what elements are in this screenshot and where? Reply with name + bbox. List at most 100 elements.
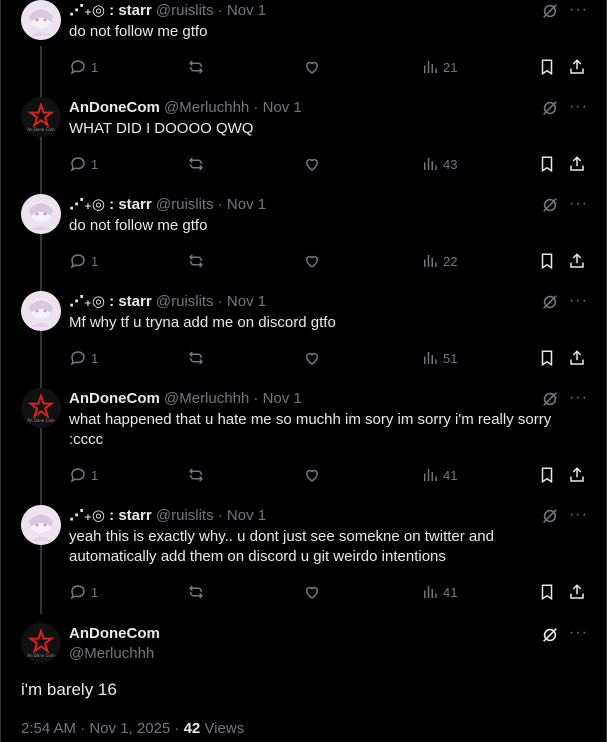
like-button[interactable] <box>303 465 321 485</box>
grok-icon[interactable] <box>541 99 559 117</box>
retweet-button[interactable] <box>187 154 205 174</box>
more-icon[interactable]: ··· <box>569 195 588 213</box>
grok-icon[interactable] <box>541 507 559 525</box>
more-icon[interactable]: ··· <box>569 506 588 524</box>
handle-and-date[interactable]: @ruislits · Nov 1 <box>156 196 266 213</box>
views-button[interactable]: 21 <box>421 57 457 77</box>
share-icon <box>568 155 586 173</box>
reply-icon <box>69 466 87 484</box>
tweet-actions: 1 51 <box>69 348 588 368</box>
handle-and-date[interactable]: @ruislits · Nov 1 <box>156 293 266 310</box>
bookmark-button[interactable] <box>538 251 556 271</box>
views-button[interactable]: 41 <box>421 465 457 485</box>
more-icon[interactable]: ··· <box>569 1 588 19</box>
retweet-button[interactable] <box>187 251 205 271</box>
retweet-button[interactable] <box>187 582 205 602</box>
share-button[interactable] <box>568 154 586 174</box>
bookmark-icon <box>538 349 556 367</box>
avatar[interactable] <box>21 0 61 40</box>
grok-icon[interactable] <box>541 293 559 311</box>
bookmark-button[interactable] <box>538 154 556 174</box>
like-button[interactable] <box>303 57 321 77</box>
handle-and-date[interactable]: @ruislits · Nov 1 <box>156 507 266 524</box>
grok-icon[interactable] <box>541 2 559 20</box>
bookmark-button[interactable] <box>538 582 556 602</box>
reply-tweet[interactable]: ⋰₊◎ : starr @ruislits · Nov 1 ··· do not… <box>1 194 607 291</box>
share-button[interactable] <box>568 465 586 485</box>
views-count: 51 <box>443 350 458 366</box>
display-name[interactable]: ⋰₊◎ : starr <box>69 293 152 310</box>
reply-button[interactable]: 1 <box>69 154 98 174</box>
retweet-button[interactable] <box>187 465 205 485</box>
display-name[interactable]: ⋰₊◎ : starr <box>69 2 152 19</box>
avatar[interactable]: An Done Com <box>21 388 61 428</box>
like-button[interactable] <box>303 348 321 368</box>
more-icon[interactable]: ··· <box>569 624 588 642</box>
grok-icon[interactable] <box>541 390 559 408</box>
svg-text:An Done Com: An Done Com <box>27 418 55 423</box>
display-name[interactable]: AnDoneCom <box>69 99 160 116</box>
avatar[interactable]: An Done Com <box>21 97 61 137</box>
views-button[interactable]: 51 <box>421 348 457 368</box>
display-name[interactable]: ⋰₊◎ : starr <box>69 196 152 213</box>
like-button[interactable] <box>303 582 321 602</box>
bookmark-button[interactable] <box>538 465 556 485</box>
reply-tweet[interactable]: An Done Com AnDoneCom @Merluchhh · Nov 1… <box>1 388 607 485</box>
tweet-actions: 1 43 <box>69 154 588 174</box>
views-count: 41 <box>443 467 458 483</box>
handle-and-date[interactable]: @ruislits · Nov 1 <box>156 2 266 19</box>
views-icon <box>421 349 439 367</box>
views-icon <box>421 466 439 484</box>
grok-icon[interactable] <box>541 196 559 214</box>
reply-tweet[interactable]: ⋰₊◎ : starr @ruislits · Nov 1 ··· do not… <box>1 0 607 97</box>
bookmark-button[interactable] <box>538 348 556 368</box>
avatar[interactable]: An Done Com <box>21 623 61 663</box>
reply-button[interactable]: 1 <box>69 57 98 77</box>
reply-tweet[interactable]: ⋰₊◎ : starr @ruislits · Nov 1 ··· Mf why… <box>1 291 607 388</box>
share-button[interactable] <box>568 251 586 271</box>
share-button[interactable] <box>568 582 586 602</box>
like-icon <box>303 583 321 601</box>
like-button[interactable] <box>303 251 321 271</box>
more-icon[interactable]: ··· <box>569 292 588 310</box>
reply-tweet[interactable]: ⋰₊◎ : starr @ruislits · Nov 1 ··· yeah t… <box>1 505 607 602</box>
reply-button[interactable]: 1 <box>69 348 98 368</box>
share-button[interactable] <box>568 348 586 368</box>
handle-and-date[interactable]: @Merluchhh · Nov 1 <box>164 99 302 116</box>
avatar[interactable] <box>21 291 61 331</box>
display-name[interactable]: AnDoneCom <box>69 390 160 407</box>
avatar[interactable] <box>21 194 61 234</box>
reply-tweet[interactable]: An Done Com AnDoneCom @Merluchhh · Nov 1… <box>1 97 607 194</box>
avatar[interactable] <box>21 505 61 545</box>
share-icon <box>568 58 586 76</box>
views-button[interactable]: 43 <box>421 154 457 174</box>
tweet-text: yeah this is exactly why.. u dont just s… <box>69 528 494 565</box>
views-count: 22 <box>443 253 458 269</box>
like-button[interactable] <box>303 154 321 174</box>
like-icon <box>303 466 321 484</box>
views-button[interactable]: 22 <box>421 251 457 271</box>
bookmark-button[interactable] <box>538 57 556 77</box>
reply-count: 1 <box>91 584 99 600</box>
tweet-actions: 1 41 <box>69 465 588 485</box>
retweet-button[interactable] <box>187 348 205 368</box>
main-display-name[interactable]: AnDoneCom <box>69 624 160 644</box>
display-name[interactable]: ⋰₊◎ : starr <box>69 507 152 524</box>
retweet-button[interactable] <box>187 57 205 77</box>
more-icon[interactable]: ··· <box>569 98 588 116</box>
share-button[interactable] <box>568 57 586 77</box>
reply-button[interactable]: 1 <box>69 465 98 485</box>
reply-count: 1 <box>91 59 99 75</box>
grok-icon[interactable] <box>541 626 559 644</box>
reply-button[interactable]: 1 <box>69 251 98 271</box>
tweet-timestamp[interactable]: 2:54 AM · Nov 1, 2025 · <box>21 720 184 737</box>
reply-button[interactable]: 1 <box>69 582 98 602</box>
main-handle[interactable]: @Merluchhh <box>69 644 154 664</box>
views-count: 21 <box>443 59 458 75</box>
handle-and-date[interactable]: @Merluchhh · Nov 1 <box>164 390 302 407</box>
views-button[interactable]: 41 <box>421 582 457 602</box>
reply-count: 1 <box>91 467 99 483</box>
more-icon[interactable]: ··· <box>569 389 588 407</box>
share-icon <box>568 349 586 367</box>
like-icon <box>303 155 321 173</box>
